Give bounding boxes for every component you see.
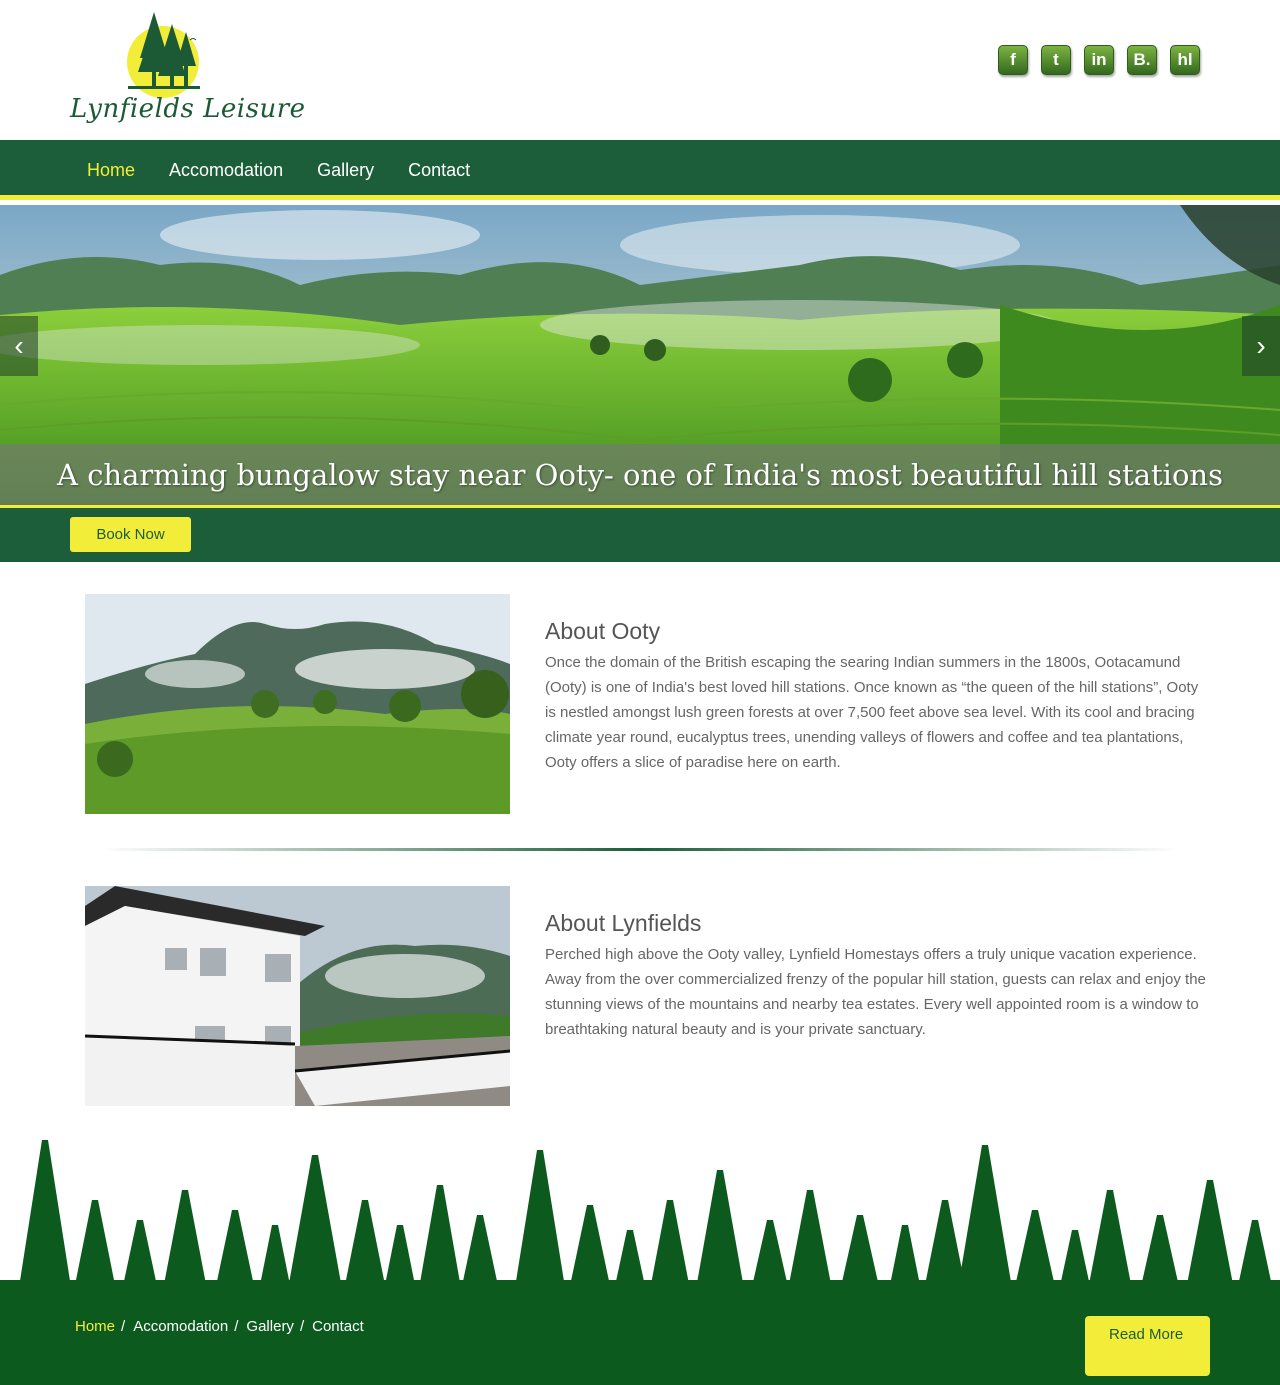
footer-links: Home / Accomodation / Gallery / Contact [75, 1318, 364, 1335]
main-nav: Home Accomodation Gallery Contact [0, 140, 1280, 200]
site-logo[interactable]: Lynfields Leisure [68, 10, 305, 132]
about-lynfields-section: About Lynfields Perched high above the O… [85, 886, 1210, 1106]
logo-trees-icon [127, 12, 200, 98]
footer-link-gallery[interactable]: Gallery [246, 1318, 294, 1335]
site-header: Lynfields Leisure f t in B. hl [0, 0, 1280, 140]
nav-item-contact[interactable]: Contact [391, 160, 487, 181]
hero-caption: A charming bungalow stay near Ooty- one … [57, 457, 1223, 492]
lynfields-bungalow-image [85, 886, 510, 1106]
hero-slider: ‹ › A charming bungalow stay near Ooty- … [0, 205, 1280, 505]
book-now-button[interactable]: Book Now [70, 517, 191, 552]
hero-caption-bar: A charming bungalow stay near Ooty- one … [0, 444, 1280, 505]
nav-item-home[interactable]: Home [70, 160, 152, 181]
site-footer: Home / Accomodation / Gallery / Contact Read M… [0, 1130, 1280, 1385]
nav-item-gallery[interactable]: Gallery [300, 160, 391, 181]
chevron-left-icon: ‹ [14, 330, 24, 361]
about-lynfields-text: Perched high above the Ooty valley, Lynf… [545, 946, 1206, 1038]
slider-prev-button[interactable]: ‹ [0, 316, 38, 376]
chevron-right-icon: › [1256, 330, 1266, 361]
facebook-icon[interactable]: f [998, 45, 1028, 75]
hotels-icon[interactable]: hl [1170, 45, 1200, 75]
footer-link-home[interactable]: Home [75, 1318, 115, 1335]
footer-link-separator: / [234, 1318, 239, 1335]
twitter-icon[interactable]: t [1041, 45, 1071, 75]
linkedin-icon[interactable]: in [1084, 45, 1114, 75]
book-bar: Book Now [0, 505, 1280, 562]
nav-item-accomodation[interactable]: Accomodation [152, 160, 300, 181]
about-ooty-section: About Ooty Once the domain of the Britis… [85, 594, 1210, 814]
brand-name: Lynfields Leisure [70, 94, 306, 124]
footer-link-contact[interactable]: Contact [312, 1318, 364, 1335]
footer-link-accomodation[interactable]: Accomodation [133, 1318, 228, 1335]
read-more-button[interactable]: Read More [1085, 1316, 1210, 1376]
section-divider [100, 848, 1180, 851]
about-lynfields-title: About Lynfields [545, 910, 702, 936]
about-ooty-title: About Ooty [545, 618, 661, 644]
slider-next-button[interactable]: › [1242, 316, 1280, 376]
ooty-tea-estate-image [85, 594, 510, 814]
booking-icon[interactable]: B. [1127, 45, 1157, 75]
about-ooty-text: Once the domain of the British escaping … [545, 654, 1199, 771]
footer-link-separator: / [121, 1318, 126, 1335]
social-links: f t in B. hl [998, 45, 1200, 75]
footer-link-separator: / [299, 1318, 305, 1335]
nav-list: Home Accomodation Gallery Contact [70, 140, 487, 200]
